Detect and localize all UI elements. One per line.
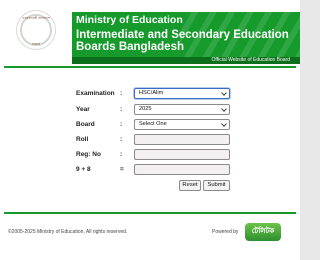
colon: :	[120, 151, 123, 158]
colon: :	[120, 106, 123, 113]
result-form: Examination : HSC/Alim Year : 2025 Board…	[72, 86, 232, 191]
header-divider	[4, 66, 296, 68]
examination-select[interactable]: HSC/Alim	[134, 88, 230, 99]
row-examination: Examination : HSC/Alim	[72, 88, 232, 99]
colon: :	[120, 121, 123, 128]
row-roll: Roll :	[72, 134, 232, 145]
chevron-down-icon	[221, 90, 227, 96]
reg-no-label: Reg: No	[76, 151, 101, 158]
row-reg-no: Reg: No :	[72, 149, 232, 160]
row-captcha: 9 + 8 =	[72, 164, 232, 175]
examination-label: Examination	[76, 90, 115, 97]
year-select-value: 2025	[139, 106, 152, 112]
colon: :	[120, 90, 123, 97]
page: গণপ্রজাতন্ত্রী বাংলাদেশ সরকার Ministry o…	[0, 0, 300, 260]
reset-button[interactable]: Reset	[179, 180, 201, 191]
equals-sign: =	[120, 166, 124, 173]
seal-top-text: গণপ্রজাতন্ত্রী বাংলাদেশ	[22, 16, 50, 20]
roll-input[interactable]	[134, 134, 230, 145]
roll-label: Roll	[76, 136, 89, 143]
row-actions: Reset Submit	[72, 180, 232, 191]
website-tag-bar: Official Website of Education Board	[72, 57, 300, 64]
captcha-label: 9 + 8	[76, 166, 91, 173]
captcha-input[interactable]	[134, 164, 230, 175]
website-tag: Official Website of Education Board	[211, 57, 290, 63]
seal-bottom-text: সরকার	[31, 42, 41, 46]
colon: :	[120, 136, 123, 143]
ministry-title: Ministry of Education	[76, 14, 183, 26]
board-select[interactable]: Select One	[134, 119, 230, 130]
teletalk-logo-text: টেলিটক	[251, 228, 275, 235]
bangladesh-govt-seal-icon: গণপ্রজাতন্ত্রী বাংলাদেশ সরকার	[16, 10, 56, 50]
teletalk-logo[interactable]: টেলিটক	[245, 223, 281, 241]
year-label: Year	[76, 106, 90, 113]
powered-by-label: Powered by	[212, 229, 239, 235]
year-select[interactable]: 2025	[134, 104, 230, 115]
row-board: Board : Select One	[72, 119, 232, 130]
chevron-down-icon	[221, 106, 227, 112]
board-title: Intermediate and Secondary Education Boa…	[76, 29, 289, 53]
reg-no-input[interactable]	[134, 149, 230, 160]
copyright-text: ©2005-2025 Ministry of Education, All ri…	[8, 229, 128, 235]
header: গণপ্রজাতন্ত্রী বাংলাদেশ সরকার Ministry o…	[0, 0, 300, 64]
header-banner: Ministry of Education Intermediate and S…	[72, 12, 300, 63]
examination-select-value: HSC/Alim	[139, 90, 164, 96]
chevron-down-icon	[221, 121, 227, 127]
board-select-value: Select One	[139, 121, 167, 127]
row-year: Year : 2025	[72, 104, 232, 115]
footer: ©2005-2025 Ministry of Education, All ri…	[0, 214, 300, 250]
board-label: Board	[76, 121, 95, 128]
submit-button[interactable]: Submit	[203, 180, 230, 191]
